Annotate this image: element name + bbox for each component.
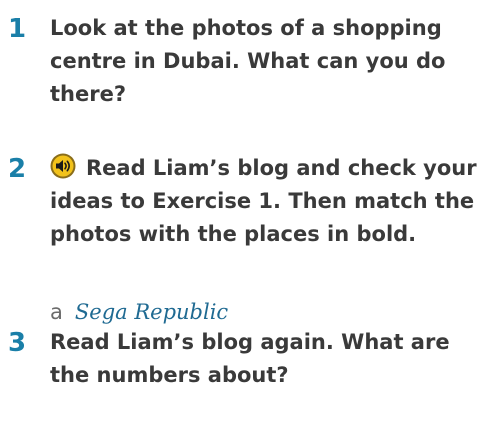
exercise-instruction: Read Liam’s blog again. What are the num… [50,330,450,387]
answer-letter: a [50,300,63,324]
exercise-instruction: Look at the photos of a shopping centre … [50,16,446,106]
example-answer: a Sega Republic [50,297,228,327]
exercise-instruction: Read Liam’s blog and check your ideas to… [50,152,495,251]
exercise-number: 3 [8,328,27,358]
exercise-number: 2 [8,154,27,184]
answer-text: Sega Republic [74,300,229,324]
exercise-number: 1 [8,14,27,44]
audio-speaker-icon[interactable] [50,153,76,179]
exercise-instruction-text: Read Liam’s blog and check your ideas to… [50,156,477,246]
